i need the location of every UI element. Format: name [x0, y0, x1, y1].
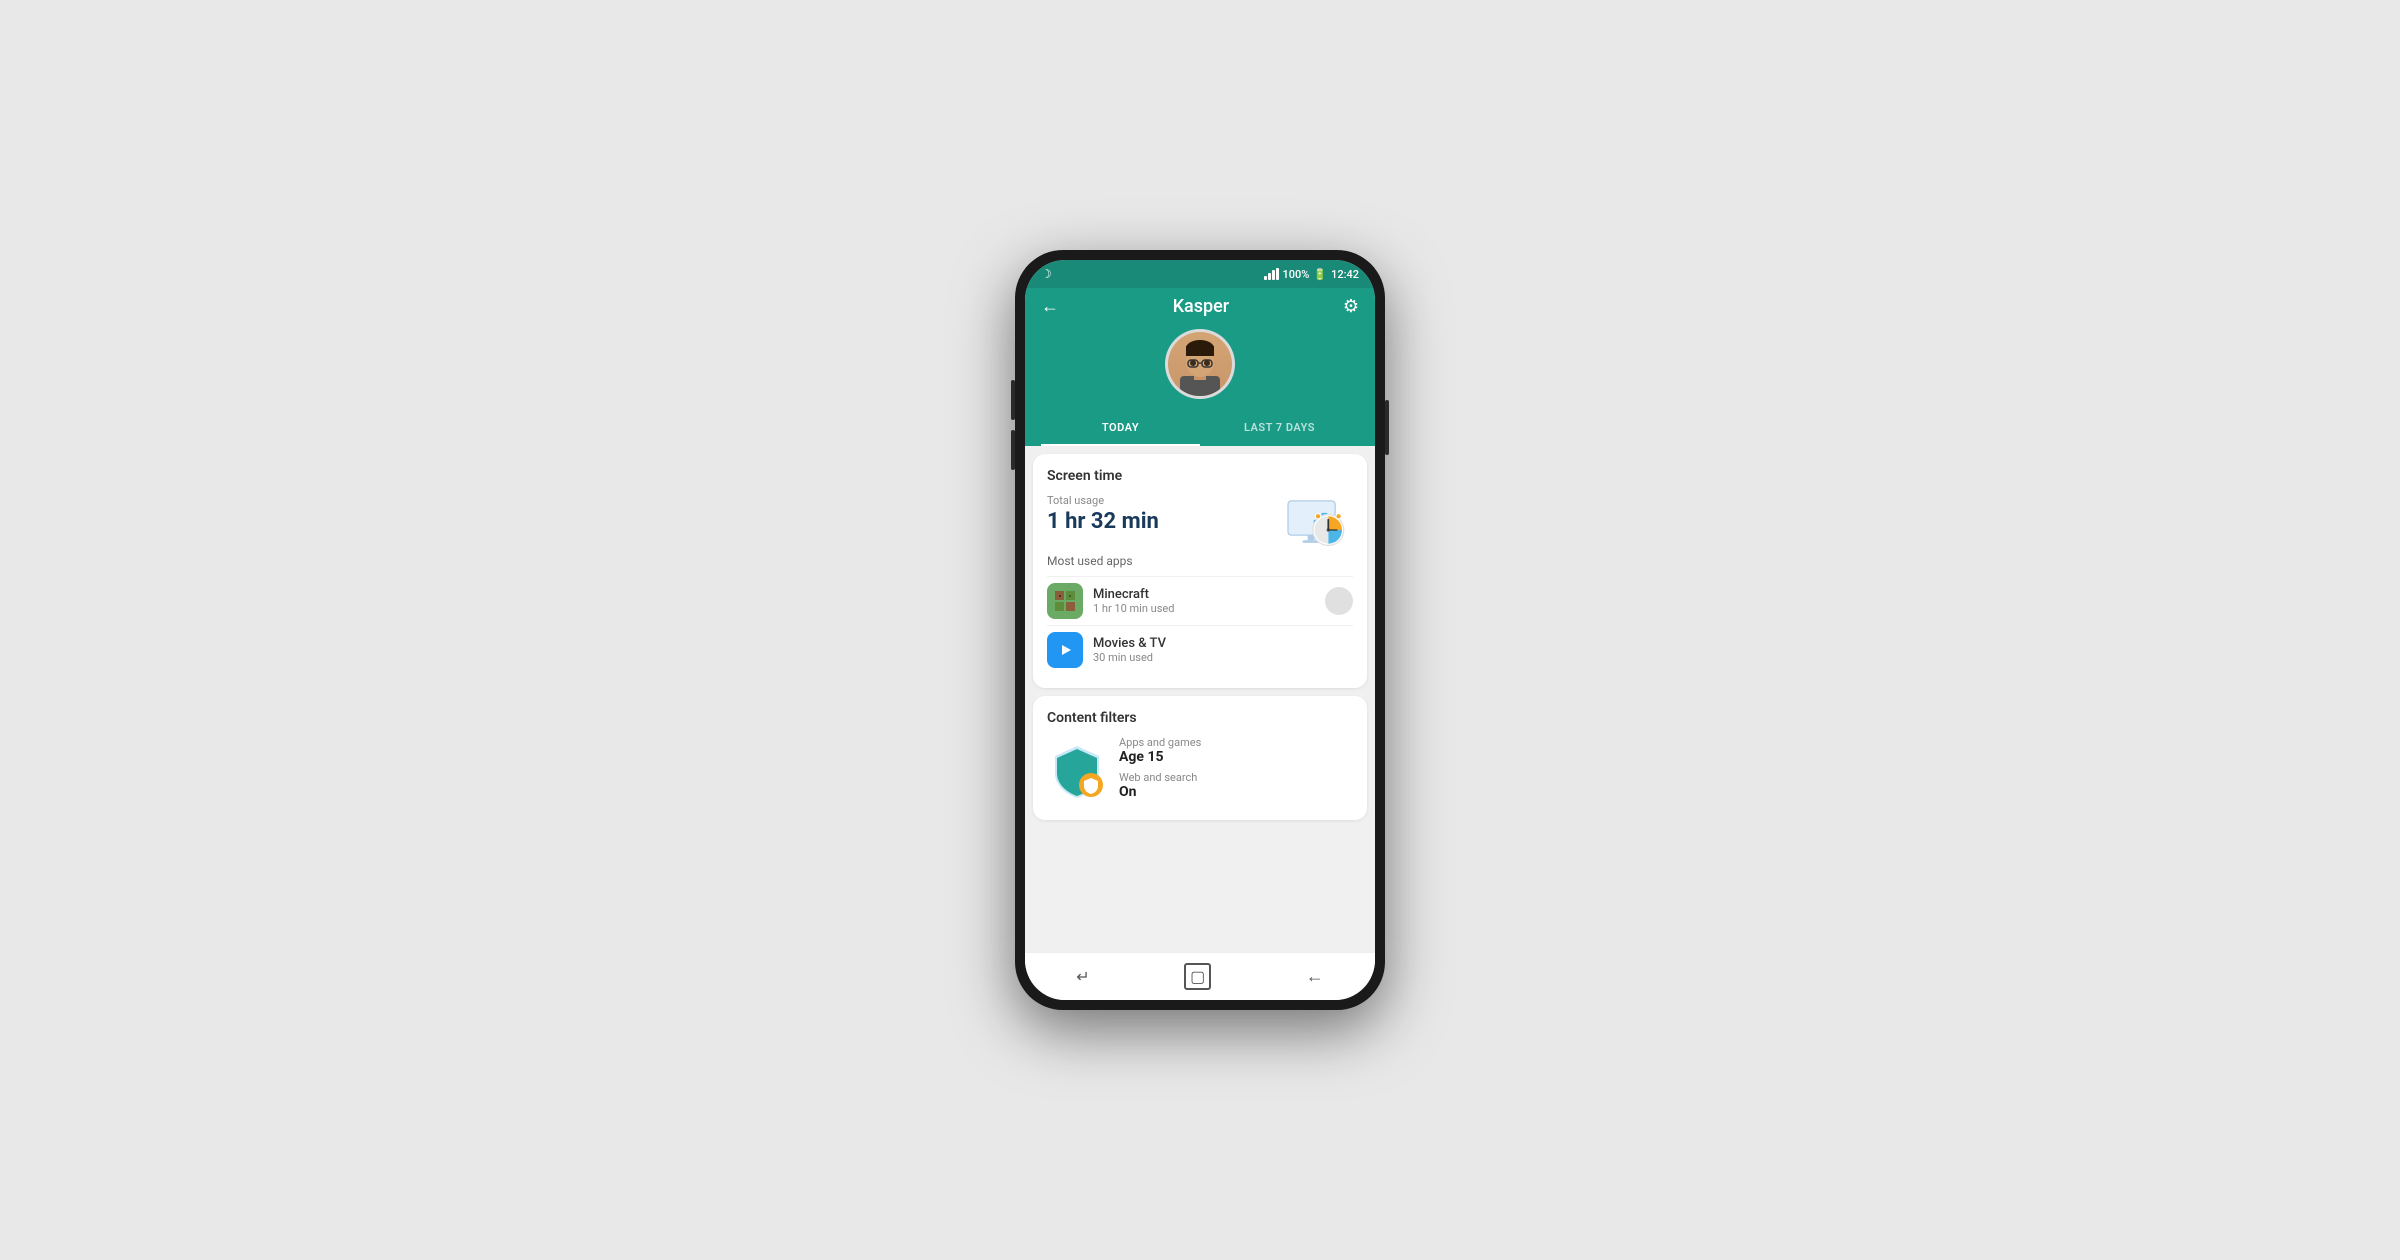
app-toggle[interactable] [1325, 587, 1353, 615]
phone-screen: ☽ 100% 🔋 12:42 ← Kasper ⚙ [1025, 260, 1375, 1000]
app-name: Minecraft [1093, 587, 1325, 602]
app-header: ← Kasper ⚙ [1025, 288, 1375, 446]
avatar [1165, 329, 1235, 399]
battery-icon: 🔋 [1313, 268, 1327, 281]
nav-home-button[interactable]: ▢ [1184, 963, 1211, 990]
back-button[interactable]: ← [1041, 296, 1059, 317]
usage-value: 1 hr 32 min [1047, 509, 1283, 534]
power-button[interactable] [1385, 400, 1389, 455]
app-time: 1 hr 10 min used [1093, 602, 1325, 615]
apps-games-label: Apps and games [1119, 736, 1353, 749]
header-row: ← Kasper ⚙ [1041, 296, 1359, 317]
volume-down-button[interactable] [1011, 430, 1015, 470]
settings-button[interactable]: ⚙ [1343, 296, 1359, 317]
moon-icon: ☽ [1041, 267, 1052, 281]
nav-back-button[interactable]: ← [1298, 958, 1332, 995]
clock-illustration [1283, 494, 1353, 554]
phone-frame: ☽ 100% 🔋 12:42 ← Kasper ⚙ [1015, 250, 1385, 1010]
filter-shield-icon [1047, 741, 1107, 801]
most-used-label: Most used apps [1047, 554, 1353, 568]
screen-time-content: Total usage 1 hr 32 min [1047, 494, 1353, 554]
status-left: ☽ [1041, 267, 1052, 281]
app-name: Movies & TV [1093, 636, 1353, 651]
usage-info: Total usage 1 hr 32 min [1047, 494, 1283, 534]
avatar-container [1165, 329, 1235, 399]
app-info: Minecraft 1 hr 10 min used [1093, 587, 1325, 615]
volume-up-button[interactable] [1011, 380, 1015, 420]
tab-today[interactable]: TODAY [1041, 411, 1200, 446]
content-filters-card[interactable]: Content filters [1033, 696, 1367, 820]
page-title: Kasper [1173, 296, 1229, 317]
minecraft-icon [1047, 583, 1083, 619]
signal-icon [1264, 268, 1279, 280]
avatar-image [1168, 332, 1232, 396]
status-time: 12:42 [1331, 268, 1359, 281]
nav-recents-button[interactable]: ↵ [1068, 959, 1097, 994]
status-right: 100% 🔋 12:42 [1264, 268, 1359, 281]
filter-details: Apps and games Age 15 Web and search On [1119, 736, 1353, 806]
usage-label: Total usage [1047, 494, 1283, 507]
filter-content: Apps and games Age 15 Web and search On [1047, 736, 1353, 806]
movies-icon [1047, 632, 1083, 668]
screen-time-card[interactable]: Screen time Total usage 1 hr 32 min [1033, 454, 1367, 688]
apps-games-filter: Apps and games Age 15 [1119, 736, 1353, 765]
status-bar: ☽ 100% 🔋 12:42 [1025, 260, 1375, 288]
list-item[interactable]: Movies & TV 30 min used [1047, 625, 1353, 674]
content-filters-title: Content filters [1047, 710, 1353, 726]
tab-last7days[interactable]: LAST 7 DAYS [1200, 411, 1359, 446]
battery-percent: 100% [1283, 268, 1310, 281]
nav-bar: ↵ ▢ ← [1025, 952, 1375, 1000]
app-info: Movies & TV 30 min used [1093, 636, 1353, 664]
web-search-value: On [1119, 784, 1353, 800]
web-search-label: Web and search [1119, 771, 1353, 784]
apps-games-value: Age 15 [1119, 749, 1353, 765]
content-area: Screen time Total usage 1 hr 32 min [1025, 446, 1375, 952]
tabs-container: TODAY LAST 7 DAYS [1041, 411, 1359, 446]
list-item[interactable]: Minecraft 1 hr 10 min used [1047, 576, 1353, 625]
web-search-filter: Web and search On [1119, 771, 1353, 800]
app-time: 30 min used [1093, 651, 1353, 664]
screen-time-title: Screen time [1047, 468, 1353, 484]
